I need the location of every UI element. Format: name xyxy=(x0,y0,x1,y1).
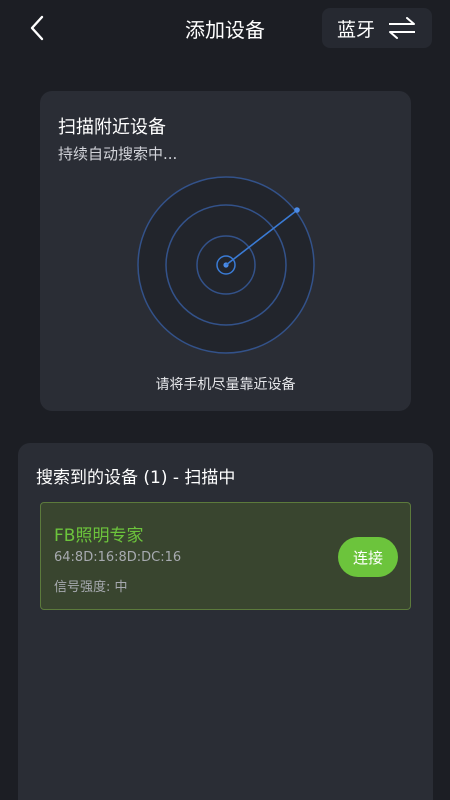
connect-button[interactable]: 连接 xyxy=(338,537,398,577)
scan-panel: 扫描附近设备 持续自动搜索中... 请将手机尽量靠近设备 xyxy=(40,91,411,411)
results-title: 搜索到的设备 (1) - 扫描中 xyxy=(36,468,236,488)
radar-icon xyxy=(137,176,315,354)
device-signal-strength: 信号强度: 中 xyxy=(54,580,128,595)
scan-hint: 请将手机尽量靠近设备 xyxy=(155,377,296,393)
device-mac-address: 64:8D:16:8D:DC:16 xyxy=(54,550,182,565)
results-panel: 搜索到的设备 (1) - 扫描中 FB照明专家 64:8D:16:8D:DC:1… xyxy=(18,443,433,800)
scan-title: 扫描附近设备 xyxy=(58,117,166,138)
swap-arrows-icon xyxy=(389,17,415,39)
scan-status: 持续自动搜索中... xyxy=(58,145,178,163)
device-list-item[interactable]: FB照明专家 64:8D:16:8D:DC:16 信号强度: 中 连接 xyxy=(40,502,411,610)
bluetooth-mode-toggle[interactable]: 蓝牙 xyxy=(322,8,432,48)
add-device-screen: 添加设备 蓝牙 扫描附近设备 持续自动搜索中... 请将手机尽量靠近设备 搜索到… xyxy=(0,0,450,800)
top-bar: 添加设备 蓝牙 xyxy=(0,0,450,56)
device-name: FB照明专家 xyxy=(54,526,144,546)
bluetooth-mode-label: 蓝牙 xyxy=(336,18,375,41)
